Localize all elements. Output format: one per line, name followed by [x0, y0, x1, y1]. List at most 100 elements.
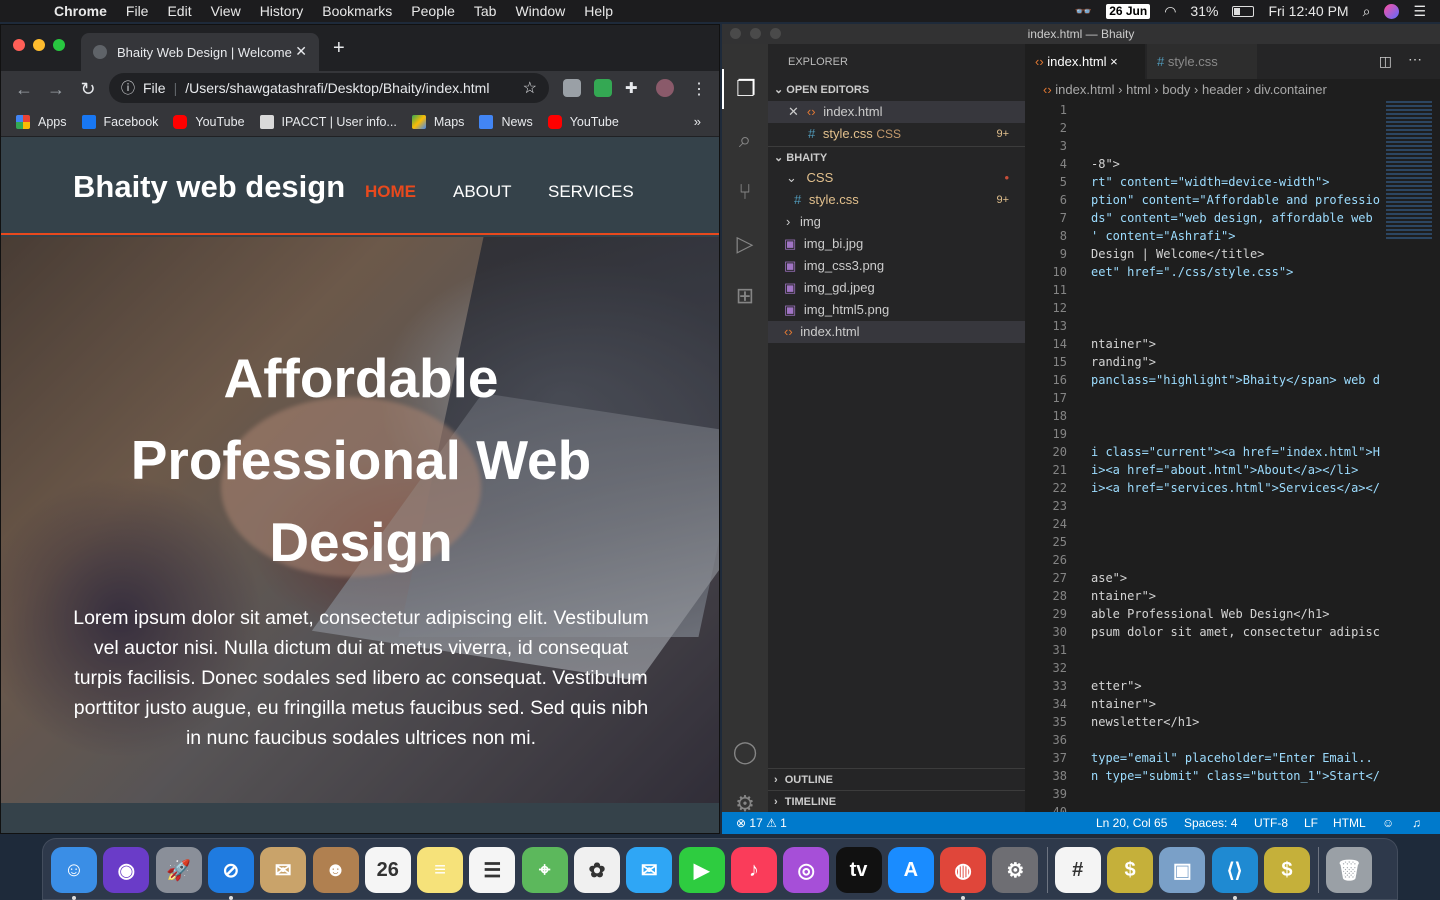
code-line[interactable]: 27 ase">	[1025, 569, 1440, 587]
extensions-puzzle-icon[interactable]: ✚	[625, 79, 643, 97]
tab-index-html[interactable]: ‹› index.html ×	[1025, 44, 1145, 79]
open-editors-section[interactable]: ⌄ OPEN EDITORS	[768, 79, 1025, 101]
menu-edit[interactable]: Edit	[167, 3, 191, 19]
dock-calendar-icon[interactable]: 26	[364, 847, 411, 893]
code-line[interactable]: 24	[1025, 515, 1440, 533]
feedback-icon[interactable]: ☺	[1382, 812, 1394, 834]
dock-podcasts-icon[interactable]: ◎	[783, 847, 830, 893]
code-line[interactable]: 22 i><a href="services.html">Services</a>…	[1025, 479, 1440, 497]
dock-system-preferences-icon[interactable]: ⚙	[992, 847, 1039, 893]
tree-folder-img[interactable]: › img	[768, 211, 1025, 233]
dock-vscode-icon[interactable]: ⟨⟩	[1211, 847, 1258, 893]
code-line[interactable]: 7 ds" content="web design, affordable web	[1025, 209, 1440, 227]
menu-bookmarks[interactable]: Bookmarks	[322, 3, 392, 19]
menu-people[interactable]: People	[411, 3, 455, 19]
code-line[interactable]: 15 randing">	[1025, 353, 1440, 371]
code-line[interactable]: 5 rt" content="width=device-width">	[1025, 173, 1440, 191]
explorer-files-icon[interactable]: ❐	[722, 69, 768, 109]
notifications-bell-icon[interactable]: ♫	[1412, 812, 1421, 834]
battery-icon[interactable]	[1232, 5, 1255, 17]
code-line[interactable]: 18	[1025, 407, 1440, 425]
spotlight-search-icon[interactable]: ⌕	[1363, 3, 1371, 20]
glasses-icon[interactable]: 👓	[1075, 3, 1092, 20]
code-line[interactable]: 1	[1025, 101, 1440, 119]
cursor-position[interactable]: Ln 20, Col 65	[1096, 812, 1167, 834]
indentation[interactable]: Spaces: 4	[1184, 812, 1237, 834]
tree-file-index-html[interactable]: ‹› index.html	[768, 321, 1025, 343]
code-line[interactable]: 25	[1025, 533, 1440, 551]
date-badge[interactable]: 26 Jun	[1106, 3, 1151, 19]
breadcrumb-item[interactable]: body	[1162, 82, 1190, 97]
code-line[interactable]: 34 ntainer">	[1025, 695, 1440, 713]
bookmark-star-icon[interactable]: ☆	[523, 78, 537, 98]
code-line[interactable]: 30 psum dolor sit amet, consectetur adipi…	[1025, 623, 1440, 641]
code-line[interactable]: 39	[1025, 785, 1440, 803]
bookmark-maps[interactable]: Maps	[411, 114, 464, 129]
new-tab-button[interactable]: +	[333, 37, 345, 60]
dock-money-folder-icon[interactable]: $	[1263, 847, 1310, 893]
code-line[interactable]: 11	[1025, 281, 1440, 299]
address-bar[interactable]: ⓘ File | /Users/shawgatashrafi/Desktop/B…	[109, 73, 549, 103]
code-line[interactable]: 32	[1025, 659, 1440, 677]
info-icon[interactable]: ⓘ	[121, 78, 135, 98]
dock-app-store-icon[interactable]: A	[887, 847, 934, 893]
tab-style-css[interactable]: # style.css	[1147, 44, 1257, 79]
open-editor-item[interactable]: ✕ ‹› index.html	[768, 101, 1025, 123]
dock-chrome-icon[interactable]: ◍	[940, 847, 987, 893]
back-icon[interactable]: ←	[15, 79, 33, 100]
dock-music-icon[interactable]: ♪	[730, 847, 777, 893]
code-line[interactable]: 14 ntainer">	[1025, 335, 1440, 353]
menu-view[interactable]: View	[211, 3, 241, 19]
code-line[interactable]: 8 ' content="Ashrafi">	[1025, 227, 1440, 245]
siri-icon[interactable]	[1384, 3, 1400, 19]
nav-home-link[interactable]: HOME	[365, 182, 416, 202]
dock-safari-icon[interactable]: ⊘	[207, 847, 254, 893]
dock-mail-stamp-icon[interactable]: ✉	[260, 847, 307, 893]
bookmark-apps[interactable]: Apps	[16, 114, 67, 129]
code-line[interactable]: 19	[1025, 425, 1440, 443]
clock[interactable]: Fri 12:40 PM	[1268, 3, 1348, 19]
bookmark-ipacct[interactable]: IPACCT | User info...	[259, 114, 397, 129]
dock-apple-tv-icon[interactable]: tv	[835, 847, 882, 893]
wifi-icon[interactable]: ◠	[1164, 3, 1176, 20]
minimize-window-button[interactable]	[33, 39, 45, 51]
timeline-section[interactable]: › TIMELINE	[768, 790, 1025, 812]
nav-services-link[interactable]: SERVICES	[548, 182, 634, 202]
line-ending[interactable]: LF	[1304, 812, 1318, 834]
search-icon[interactable]: ⌕	[722, 120, 768, 160]
tree-file-image[interactable]: ▣ img_css3.png	[768, 255, 1025, 277]
open-editor-item[interactable]: # style.css CSS 9+	[768, 123, 1025, 145]
code-line[interactable]: 12	[1025, 299, 1440, 317]
close-tab-icon[interactable]: ×	[1110, 54, 1118, 69]
language-mode[interactable]: HTML	[1333, 812, 1366, 834]
dock-slack-icon[interactable]: #	[1054, 847, 1101, 893]
code-line[interactable]: 38 n type="submit" class="button_1">Start…	[1025, 767, 1440, 785]
code-line[interactable]: 6 ption" content="Affordable and professi…	[1025, 191, 1440, 209]
menu-help[interactable]: Help	[584, 3, 613, 19]
bookmark-facebook[interactable]: Facebook	[81, 114, 158, 129]
code-line[interactable]: 17	[1025, 389, 1440, 407]
code-line[interactable]: 16 panclass="highlight">Bhaity</span> web…	[1025, 371, 1440, 389]
run-debug-icon[interactable]: ▷	[722, 224, 768, 264]
dock-contacts-icon[interactable]: ☻	[312, 847, 359, 893]
breadcrumb-item[interactable]: index.html	[1055, 82, 1114, 97]
outline-section[interactable]: › OUTLINE	[768, 768, 1025, 790]
encoding[interactable]: UTF-8	[1254, 812, 1288, 834]
menu-history[interactable]: History	[260, 3, 304, 19]
dock-launchpad-icon[interactable]: 🚀	[155, 847, 202, 893]
project-section[interactable]: ⌄ BHAITY	[768, 146, 1025, 168]
battery-percent[interactable]: 31%	[1190, 3, 1218, 19]
dock-notes-icon[interactable]: ≡	[417, 847, 464, 893]
more-actions-icon[interactable]: ⋯	[1408, 51, 1422, 68]
bookmark-youtube[interactable]: YouTube	[173, 114, 245, 129]
source-control-icon[interactable]: ⑂	[722, 172, 768, 212]
code-line[interactable]: 13	[1025, 317, 1440, 335]
close-window-button[interactable]	[13, 39, 25, 51]
browser-tab[interactable]: Bhaity Web Design | Welcome ✕	[81, 33, 319, 71]
forward-icon[interactable]: →	[47, 79, 65, 100]
breadcrumb-item[interactable]: header	[1202, 82, 1242, 97]
dock-preview-icon[interactable]: ▣	[1159, 847, 1206, 893]
close-tab-icon[interactable]: ✕	[295, 43, 307, 60]
code-line[interactable]: 2	[1025, 119, 1440, 137]
close-window-button[interactable]	[730, 28, 741, 39]
